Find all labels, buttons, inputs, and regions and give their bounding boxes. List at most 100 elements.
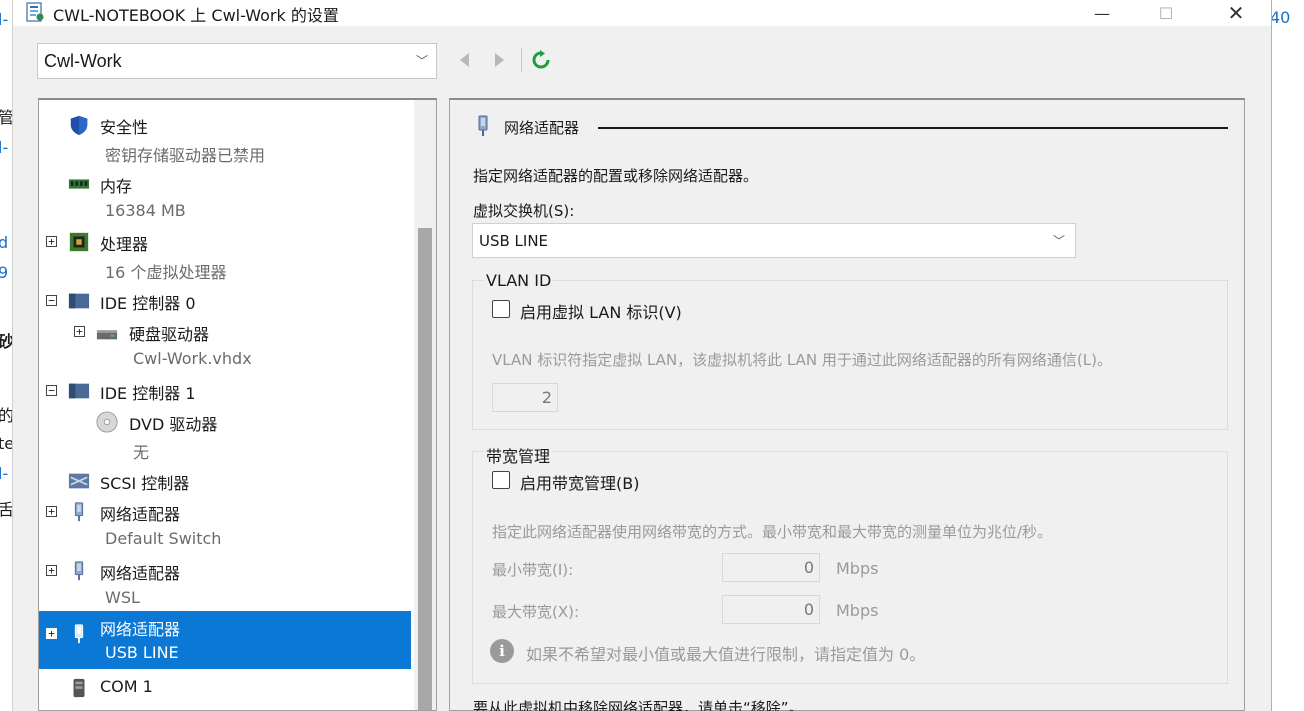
refresh-icon[interactable] — [531, 50, 551, 70]
tree-item-sublabel: 16384 MB — [105, 201, 186, 220]
tree-item-label: COM 1 — [100, 677, 153, 696]
tree-item-network-adapter[interactable]: + 网络适配器 WSL — [39, 548, 411, 607]
shield-icon — [70, 115, 88, 136]
vm-selector-dropdown[interactable]: Cwl-Work ﹀ — [37, 43, 437, 79]
expand-toggle[interactable]: + — [46, 565, 57, 576]
enable-bandwidth-label[interactable]: 启用带宽管理(B) — [520, 470, 639, 494]
bg-fragment: l- — [0, 464, 9, 483]
enable-bandwidth-checkbox[interactable] — [492, 471, 510, 489]
background-window-left: l- 管 l- d 9 砂 的 te l- 舌 — [0, 0, 12, 711]
tree-item-processor[interactable]: + 处理器 16 个虚拟处理器 — [39, 219, 411, 282]
min-bandwidth-input[interactable]: 0 — [722, 553, 820, 582]
tree-item-label: 硬盘驱动器 — [129, 325, 210, 344]
tree-item-ide-controller-1[interactable]: − IDE 控制器 1 — [39, 368, 411, 403]
vlan-group-label: VLAN ID — [484, 271, 554, 290]
toolbar-separator — [521, 48, 522, 72]
section-title: 网络适配器 — [504, 119, 580, 137]
tree-item-label: 内存 — [100, 177, 133, 196]
tree-item-sublabel: Cwl-Work.vhdx — [133, 349, 252, 368]
tree-item-com-port[interactable]: COM 1 无 — [39, 665, 411, 710]
window-title: CWL-NOTEBOOK 上 Cwl-Work 的设置 — [53, 6, 339, 25]
bg-fragment: d — [0, 233, 9, 252]
expand-toggle[interactable]: + — [46, 236, 57, 247]
bg-fragment: te — [0, 434, 12, 453]
bg-fragment: 管 — [0, 108, 12, 127]
remove-instruction: 要从此虚拟机中移除网络适配器，请单击“移除”。 — [473, 699, 804, 711]
settings-app-icon — [26, 2, 44, 22]
scrollbar-thumb[interactable] — [418, 228, 432, 710]
tree-item-label: 处理器 — [100, 235, 149, 254]
max-bandwidth-label: 最大带宽(X): — [492, 603, 580, 621]
settings-window: CWL-NOTEBOOK 上 Cwl-Work 的设置 — ☐ ✕ Cwl-Wo… — [12, 0, 1272, 711]
tree-item-network-adapter[interactable]: + 网络适配器 Default Switch — [39, 489, 411, 548]
minimize-button[interactable]: — — [1073, 0, 1131, 26]
section-description: 指定网络适配器的配置或移除网络适配器。 — [473, 167, 759, 185]
network-adapter-icon — [74, 624, 84, 644]
max-bandwidth-input[interactable]: 0 — [722, 595, 820, 624]
tree-item-sublabel: Default Switch — [105, 529, 222, 548]
min-bandwidth-unit: Mbps — [836, 559, 879, 578]
bg-fragment: 的 — [0, 406, 12, 425]
enable-vlan-checkbox[interactable] — [492, 300, 510, 318]
title-bar: CWL-NOTEBOOK 上 Cwl-Work 的设置 — ☐ ✕ — [13, 0, 1271, 26]
vm-selector-value: Cwl-Work — [44, 51, 122, 71]
dvd-icon — [96, 411, 118, 433]
tree-item-label: 网络适配器 — [100, 505, 181, 524]
bg-fragment: 9 — [0, 263, 9, 282]
tree-item-hard-drive[interactable]: + 硬盘驱动器 Cwl-Work.vhdx — [39, 309, 411, 368]
tree-item-sublabel: USB LINE — [105, 643, 179, 662]
bg-fragment: l- — [0, 138, 9, 157]
maximize-button[interactable]: ☐ — [1137, 0, 1195, 26]
expand-toggle[interactable]: + — [46, 628, 57, 639]
network-adapter-icon — [74, 502, 84, 522]
network-adapter-icon — [478, 115, 488, 136]
processor-icon — [69, 232, 89, 252]
tree-item-sublabel: 无 — [105, 705, 121, 710]
tree-item-security[interactable]: 安全性 密钥存储驱动器已禁用 — [39, 102, 411, 165]
expand-toggle[interactable]: + — [74, 326, 85, 337]
tree-item-network-adapter-selected[interactable]: + 网络适配器 USB LINE — [39, 611, 411, 669]
tree-item-label: 网络适配器 — [100, 564, 181, 583]
close-button[interactable]: ✕ — [1207, 0, 1265, 26]
virtual-switch-dropdown[interactable]: USB LINE ﹀ — [472, 223, 1076, 258]
enable-vlan-label[interactable]: 启用虚拟 LAN 标识(V) — [520, 299, 682, 323]
forward-arrow-icon[interactable] — [489, 50, 509, 70]
expand-toggle[interactable]: + — [46, 506, 57, 517]
memory-icon — [68, 179, 90, 189]
bandwidth-group-label: 带宽管理 — [484, 443, 553, 467]
tree-item-sublabel: WSL — [105, 588, 140, 607]
bandwidth-info-text: 如果不希望对最小值或最大值进行限制，请指定值为 0。 — [526, 645, 926, 664]
tree-item-label: DVD 驱动器 — [129, 415, 218, 434]
com-port-icon — [73, 678, 85, 698]
bg-fragment: l- — [0, 10, 9, 29]
tree-scrollbar[interactable] — [414, 100, 436, 710]
tree-item-ide-controller-0[interactable]: − IDE 控制器 0 — [39, 278, 411, 313]
bg-fragment: 砂 — [0, 332, 12, 351]
chevron-down-icon: ﹀ — [1052, 234, 1065, 248]
background-window-right: 40 — [1270, 0, 1304, 711]
tree-item-scsi-controller[interactable]: SCSI 控制器 — [39, 458, 411, 493]
tree-item-dvd-drive[interactable]: DVD 驱动器 无 — [39, 399, 411, 462]
bandwidth-description: 指定此网络适配器使用网络带宽的方式。最小带宽和最大带宽的测量单位为兆位/秒。 — [492, 523, 1053, 541]
network-adapter-settings-pane: 网络适配器 指定网络适配器的配置或移除网络适配器。 虚拟交换机(S): USB … — [449, 98, 1245, 711]
bg-fragment: 40 — [1270, 8, 1291, 27]
vlan-description: VLAN 标识符指定虚拟 LAN，该虚拟机将此 LAN 用于通过此网络适配器的所… — [492, 351, 1112, 369]
virtual-switch-value: USB LINE — [479, 232, 549, 250]
network-adapter-icon — [74, 561, 84, 581]
virtual-switch-label: 虚拟交换机(S): — [473, 202, 575, 220]
hardware-tree: 安全性 密钥存储驱动器已禁用 内存 16384 MB + 处理器 16 个虚拟处… — [38, 98, 437, 711]
section-divider — [598, 127, 1228, 129]
tree-item-label: 网络适配器 — [100, 620, 181, 639]
max-bandwidth-unit: Mbps — [836, 601, 879, 620]
collapse-toggle[interactable]: − — [46, 295, 57, 306]
back-arrow-icon[interactable] — [455, 50, 475, 70]
info-icon: i — [490, 639, 514, 663]
collapse-toggle[interactable]: − — [46, 385, 57, 396]
vlan-id-input[interactable]: 2 — [492, 383, 558, 412]
min-bandwidth-label: 最小带宽(I): — [492, 561, 574, 579]
bg-fragment: 舌 — [0, 500, 12, 519]
chevron-down-icon: ﹀ — [415, 54, 428, 68]
tree-item-label: 安全性 — [100, 118, 149, 137]
tree-item-memory[interactable]: 内存 16384 MB — [39, 161, 411, 220]
hard-drive-icon — [96, 330, 118, 340]
